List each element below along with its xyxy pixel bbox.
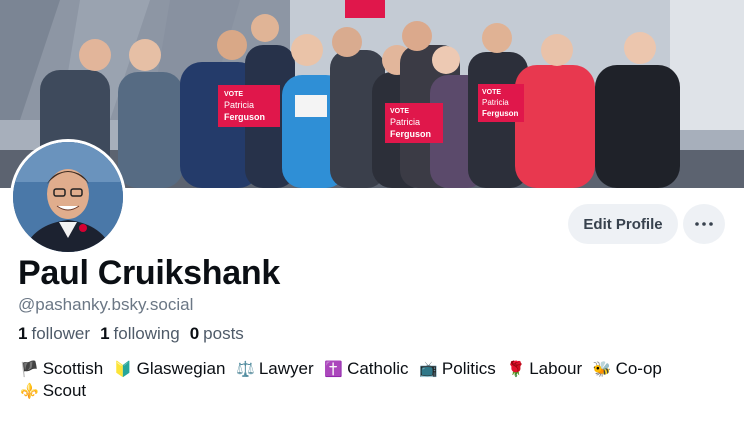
- scottish-flag-icon: 🏴: [20, 360, 39, 378]
- svg-text:Patricia: Patricia: [390, 117, 420, 127]
- scales-icon: ⚖️: [236, 360, 255, 378]
- edit-profile-button[interactable]: Edit Profile: [568, 204, 678, 244]
- svg-text:Ferguson: Ferguson: [482, 109, 519, 118]
- bio-tag-glaswegian: 🔰 Glaswegian: [114, 358, 226, 380]
- bio-tag-catholic: ✝️ Catholic: [324, 358, 408, 380]
- vote-sign-left: VOTE Patricia Ferguson: [218, 85, 280, 127]
- bio-tag-coop: 🐝 Co-op: [593, 358, 662, 380]
- vote-sign-right: VOTE Patricia Ferguson: [478, 84, 524, 122]
- vote-sign-middle: VOTE Patricia Ferguson: [385, 103, 443, 143]
- svg-text:Ferguson: Ferguson: [390, 129, 431, 139]
- svg-text:Ferguson: Ferguson: [224, 112, 265, 122]
- bio-tag-text: Co-op: [615, 359, 662, 378]
- following-count: 1: [100, 324, 110, 343]
- followers-link[interactable]: 1 follower: [18, 324, 90, 344]
- svg-text:VOTE: VOTE: [390, 108, 409, 115]
- more-options-button[interactable]: [683, 204, 725, 244]
- display-name: Paul Cruikshank: [18, 254, 280, 292]
- beginner-symbol-icon: 🔰: [113, 360, 133, 378]
- bio-tag-text: Lawyer: [258, 359, 314, 378]
- cross-icon: ✝️: [324, 360, 344, 378]
- following-label: following: [113, 324, 180, 343]
- bio-tag-text: Politics: [441, 359, 496, 378]
- bio-tag-text: Catholic: [347, 359, 409, 378]
- avatar-photo: [13, 142, 123, 252]
- bio-tag-scottish: 🏴 Scottish: [20, 358, 103, 380]
- bio-tag-politics: 📺 Politics: [419, 358, 496, 380]
- avatar[interactable]: [10, 139, 126, 255]
- bio-tag-text: Scout: [42, 381, 87, 400]
- bio-tag-text: Scottish: [42, 359, 104, 378]
- profile-bio: 🏴 Scottish 🔰 Glaswegian ⚖️ Lawyer ✝️ Catholi…: [20, 358, 720, 402]
- bio-tag-labour: 🌹 Labour: [507, 358, 583, 380]
- posts-stat: 0 posts: [190, 324, 244, 344]
- bee-icon: 🐝: [592, 360, 612, 378]
- profile-handle: @pashanky.bsky.social: [18, 295, 194, 314]
- bio-tag-lawyer: ⚖️ Lawyer: [236, 358, 314, 380]
- following-link[interactable]: 1 following: [100, 324, 180, 344]
- bio-tag-text: Glaswegian: [136, 359, 226, 378]
- svg-text:VOTE: VOTE: [482, 89, 501, 96]
- fleur-de-lis-icon: ⚜️: [20, 382, 39, 400]
- ellipsis-icon: [695, 222, 713, 226]
- bio-tag-text: Labour: [529, 359, 583, 378]
- posts-label: posts: [203, 324, 244, 343]
- svg-text:Patricia: Patricia: [224, 100, 254, 110]
- rose-icon: 🌹: [506, 360, 526, 378]
- followers-label: follower: [31, 324, 91, 343]
- svg-text:VOTE: VOTE: [224, 91, 243, 98]
- profile-stats: 1 follower 1 following 0 posts: [18, 324, 244, 344]
- posts-count: 0: [189, 324, 200, 343]
- followers-count: 1: [18, 324, 28, 343]
- svg-text:Patricia: Patricia: [482, 98, 509, 107]
- bio-tag-scout: ⚜️ Scout: [20, 380, 86, 402]
- vote-sign-top: [345, 0, 385, 18]
- television-icon: 📺: [419, 360, 438, 378]
